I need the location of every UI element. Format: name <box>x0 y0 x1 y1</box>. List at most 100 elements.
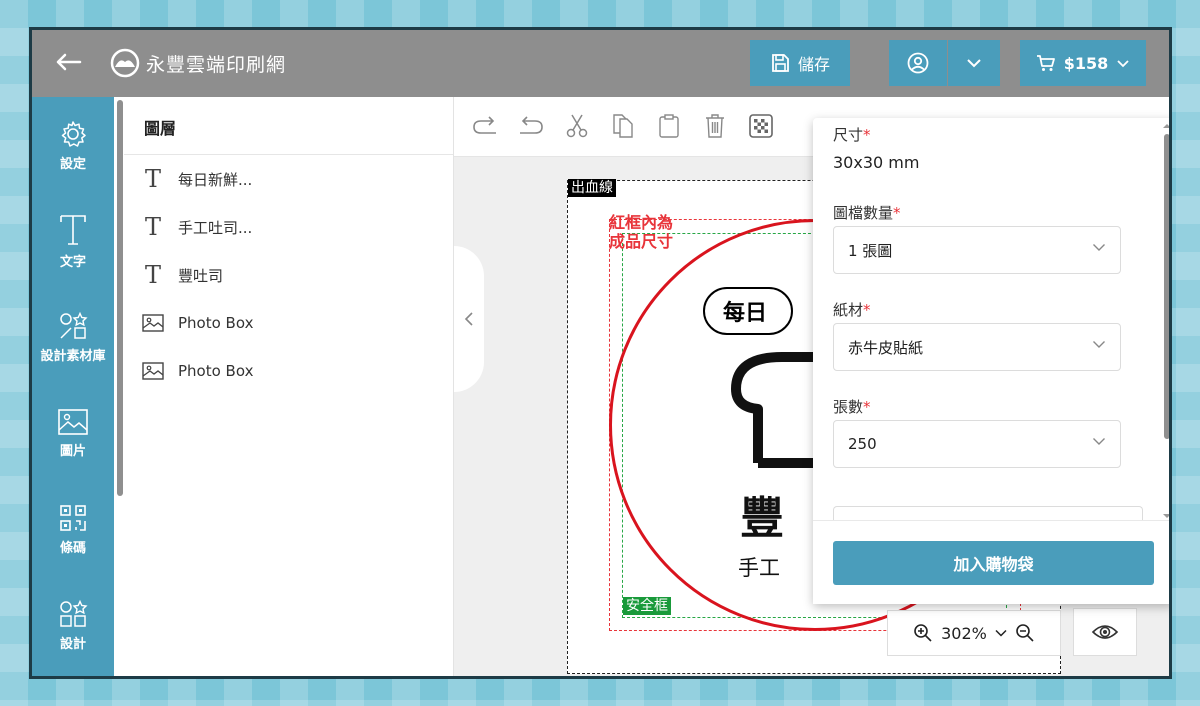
layer-item[interactable]: Photo Box <box>124 347 453 395</box>
finished-size-note-line2: 成品尺寸 <box>609 232 674 251</box>
shapes-icon <box>60 311 88 339</box>
cart-button[interactable]: $158 <box>1020 40 1146 86</box>
sticker-subtitle-text[interactable]: 手工 <box>738 552 780 582</box>
text-bubble[interactable]: 每日 <box>703 287 793 335</box>
layer-label: 手工吐司... <box>178 218 253 237</box>
trash-icon <box>706 114 724 138</box>
file-count-select[interactable]: 1 張圖 <box>833 226 1121 274</box>
layer-item[interactable]: T 豐吐司 <box>124 251 453 299</box>
safe-zone-label: 安全框 <box>623 597 671 615</box>
layer-item[interactable]: T 每日新鮮... <box>124 155 453 203</box>
sticker-title-text[interactable]: 豐 <box>740 482 784 546</box>
save-button-label: 儲存 <box>797 55 830 74</box>
brand-logo[interactable]: 永豐雲端印刷網 <box>110 48 286 78</box>
chevron-down-icon <box>1093 341 1105 348</box>
size-value: 30x30 mm <box>833 153 920 172</box>
chevron-down-icon[interactable] <box>995 629 1007 637</box>
checkerboard-icon <box>749 114 773 138</box>
redo-button[interactable] <box>470 111 500 141</box>
clipboard-icon <box>659 114 679 138</box>
account-menu-toggle[interactable] <box>948 40 1000 86</box>
quantity-label-text: 張數 <box>833 398 864 416</box>
bread-icon <box>731 352 817 468</box>
sidebar-item-design-library[interactable]: 設計素材庫 <box>32 289 114 385</box>
bread-graphic[interactable] <box>722 351 822 475</box>
finished-size-note: 紅框內為 成品尺寸 <box>609 213 673 251</box>
account-button[interactable] <box>889 40 947 86</box>
material-label: 紙材* <box>833 299 871 320</box>
layer-label: 每日新鮮... <box>178 170 253 189</box>
zoom-control: 302% <box>887 610 1061 656</box>
zoom-out-icon[interactable] <box>1015 623 1035 643</box>
undo-button[interactable] <box>516 111 546 141</box>
transparency-button[interactable] <box>746 111 776 141</box>
text-layer-icon: T <box>144 261 161 289</box>
redo-icon <box>473 116 496 134</box>
sidebar-item-barcode[interactable]: 條碼 <box>32 481 114 577</box>
finished-size-note-line1: 紅框內為 <box>609 213 674 232</box>
chevron-down-icon <box>967 59 981 68</box>
sidebar-item-label: 文字 <box>59 254 86 270</box>
collapse-panel-button[interactable] <box>454 246 484 392</box>
text-layer-icon: T <box>144 165 161 193</box>
editor-window: 永豐雲端印刷網 儲存 $158 設定 文字 設計素材庫 圖片 條碼 設計 圖層 … <box>29 27 1172 679</box>
save-button[interactable]: 儲存 <box>750 40 850 86</box>
zoom-in-icon[interactable] <box>913 623 933 643</box>
sidebar-item-images[interactable]: 圖片 <box>32 385 114 481</box>
cut-button[interactable] <box>562 111 592 141</box>
copy-icon <box>613 114 633 138</box>
cart-total: $158 <box>1063 53 1109 73</box>
quantity-label: 張數* <box>833 396 871 417</box>
order-options-panel: 尺寸* 30x30 mm 圖檔數量* 1 張圖 紙材* 赤牛皮貼紙 張數* 25… <box>813 118 1172 604</box>
quantity-select[interactable]: 250 <box>833 420 1121 468</box>
chevron-left-icon <box>464 312 473 326</box>
zoom-level[interactable]: 302% <box>941 624 987 643</box>
sidebar-item-design[interactable]: 設計 <box>32 577 114 673</box>
sidebar-item-text[interactable]: 文字 <box>32 193 114 289</box>
add-to-cart-button[interactable]: 加入購物袋 <box>833 541 1154 585</box>
quantity-value: 250 <box>848 435 877 453</box>
sidebar-item-label: 設定 <box>59 156 86 172</box>
qr-code-icon <box>60 504 86 531</box>
gear-icon <box>61 120 86 147</box>
size-label-text: 尺寸 <box>833 126 864 144</box>
sidebar-scrollbar-thumb[interactable] <box>117 100 123 496</box>
preview-button[interactable] <box>1073 608 1137 656</box>
tool-sidebar: 設定 文字 設計素材庫 圖片 條碼 設計 <box>32 97 114 676</box>
sidebar-item-label: 設計素材庫 <box>40 348 106 364</box>
delete-button[interactable] <box>700 111 730 141</box>
scroll-down-icon[interactable] <box>1162 512 1172 520</box>
shopping-cart-icon <box>1036 55 1055 71</box>
bleed-line-label: 出血線 <box>568 179 616 197</box>
chevron-down-icon <box>1093 438 1105 445</box>
material-value: 赤牛皮貼紙 <box>848 338 924 357</box>
paste-button[interactable] <box>654 111 684 141</box>
size-label: 尺寸* <box>833 124 871 145</box>
layer-item[interactable]: T 手工吐司... <box>124 203 453 251</box>
chevron-down-icon <box>1093 244 1105 251</box>
copy-button[interactable] <box>608 111 638 141</box>
layers-panel: 圖層 T 每日新鮮... T 手工吐司... T 豐吐司 Photo Box P… <box>124 97 454 676</box>
image-icon <box>58 408 88 435</box>
additional-option-field[interactable] <box>833 506 1143 520</box>
order-panel-footer: 加入購物袋 <box>813 520 1169 604</box>
required-marker: * <box>893 204 901 222</box>
text-icon <box>60 214 86 245</box>
required-marker: * <box>863 301 871 319</box>
material-select[interactable]: 赤牛皮貼紙 <box>833 323 1121 371</box>
file-count-label: 圖檔數量* <box>833 202 901 223</box>
panel-scrollbar[interactable] <box>1162 122 1172 520</box>
sidebar-item-label: 圖片 <box>59 443 86 459</box>
required-marker: * <box>863 398 871 416</box>
eye-icon <box>1091 625 1119 639</box>
user-icon <box>907 52 929 74</box>
arrow-left-icon <box>56 53 82 71</box>
scroll-up-icon[interactable] <box>1162 122 1172 130</box>
back-button[interactable] <box>52 46 84 78</box>
required-marker: * <box>863 126 871 144</box>
logo-text: 永豐雲端印刷網 <box>146 53 287 76</box>
layer-item[interactable]: Photo Box <box>124 299 453 347</box>
layer-label: Photo Box <box>178 362 254 380</box>
sidebar-item-settings[interactable]: 設定 <box>32 97 114 193</box>
panel-scrollbar-thumb[interactable] <box>1164 134 1169 439</box>
